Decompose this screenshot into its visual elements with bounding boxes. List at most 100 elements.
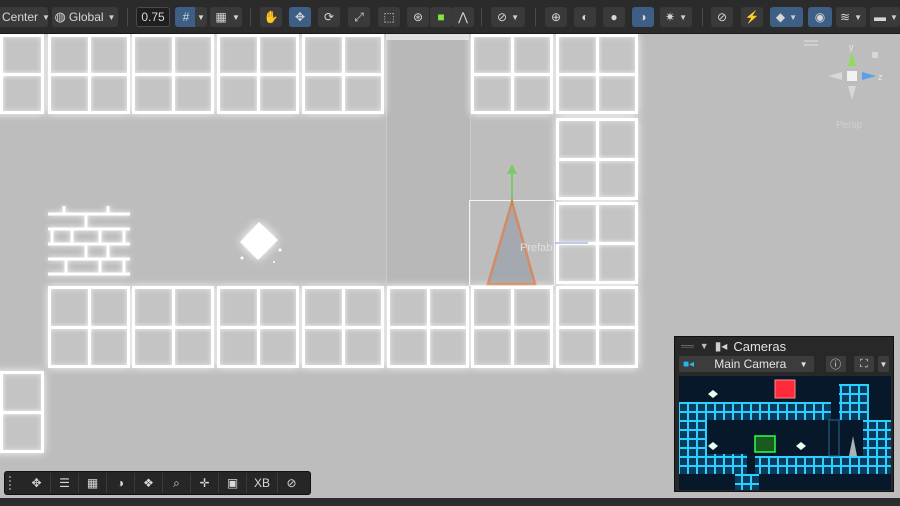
chevron-down-icon: ▼ (890, 12, 898, 22)
ladder-area (386, 34, 471, 284)
custom-tool-icon[interactable]: ■ (430, 7, 452, 27)
rotate-tool-icon[interactable]: ⟳ (318, 7, 340, 27)
effects-icon: ✷ (665, 10, 676, 24)
cameras-panel-header[interactable]: ══ ▼ ▮◂ Cameras (675, 337, 893, 355)
prefab-label: Prefab (520, 242, 553, 254)
tile-block[interactable] (0, 371, 44, 453)
tile-block[interactable] (132, 286, 214, 368)
scene-layers-dropdown[interactable]: ≋ ▼ (836, 7, 866, 27)
tile-block[interactable] (302, 34, 384, 114)
camera-options-dropdown[interactable]: ▼ (877, 356, 889, 372)
globe-icon[interactable]: ⊕ (545, 7, 567, 27)
chevron-down-icon[interactable]: ▼ (195, 7, 207, 27)
gizmo-menu-icon[interactable] (804, 40, 818, 42)
scene-layers-icon: ≋ (840, 10, 851, 24)
snap-value-field[interactable]: 0.75 (136, 7, 170, 27)
frame-icon: ⛶ (860, 357, 868, 370)
ladder-top (386, 34, 469, 40)
pivot-icon[interactable]: ✛ (191, 473, 219, 493)
moon-icon[interactable]: ◑ (107, 473, 135, 493)
chevron-down-icon: ▼ (799, 359, 808, 369)
gizmo-z-label: z (878, 72, 883, 82)
chevron-down-icon[interactable]: ▼ (230, 7, 242, 27)
hand-tool-icon[interactable]: ✋ (260, 7, 282, 27)
move-tool-icon[interactable]: ✥ (289, 7, 311, 27)
chevron-down-icon: ▼ (789, 12, 798, 22)
sphere-icon[interactable]: ● (603, 7, 625, 27)
tile-block[interactable] (132, 34, 214, 114)
grid-icon[interactable]: ▦ (210, 7, 232, 27)
move-icon[interactable]: ✥ (23, 473, 51, 493)
tile-block[interactable] (302, 286, 384, 368)
cameras-panel: ══ ▼ ▮◂ Cameras ■◂ Main Camera ▼ ⓘ ⛶ ▼ (674, 336, 894, 492)
visibility-icon[interactable]: ◉ (808, 7, 832, 27)
chevron-down-icon: ▼ (107, 12, 116, 22)
tile-block[interactable] (387, 286, 469, 368)
grid-snap-icon[interactable]: # (175, 7, 197, 27)
pivot-mode-dropdown[interactable]: Center ▼ (0, 7, 50, 27)
rect-tool-icon[interactable]: ⬚ (378, 7, 400, 27)
effects-dropdown[interactable]: ✷ ▼ (660, 7, 692, 27)
pivot-mode-label: Center (2, 10, 39, 24)
brick-wall-sprite[interactable] (44, 204, 134, 280)
info-icon: ⓘ (830, 359, 842, 371)
collapse-arrow-icon[interactable]: ▼ (700, 341, 709, 351)
video-camera-icon: ■◂ (683, 358, 695, 370)
search-icon[interactable]: ⌕ (163, 473, 191, 493)
audio-mute-icon[interactable]: ⊘ (711, 7, 733, 27)
spike-prefab[interactable] (470, 162, 590, 288)
gizmo-y-label: y (849, 44, 854, 52)
chevron-down-icon: ▼ (679, 12, 687, 22)
tile-block[interactable] (0, 34, 44, 114)
moon-icon[interactable]: ◑ (632, 7, 654, 27)
snap-value: 0.75 (141, 10, 165, 24)
tile-block[interactable] (556, 286, 638, 368)
camera-info-button[interactable]: ⓘ (825, 356, 846, 372)
camera-preview-render (679, 376, 891, 490)
space-mode-dropdown[interactable]: ◍ Global ▼ (52, 7, 118, 27)
transform-tool-icon[interactable]: ⊛ (407, 7, 429, 27)
layers-icon: ◆ (775, 10, 786, 24)
layers-dropdown[interactable]: ◆ ▼ (770, 7, 803, 27)
scale-tool-icon[interactable]: ⤢ (348, 7, 370, 27)
camera-icon: ▮◂ (714, 339, 728, 353)
cameras-title: Cameras (733, 338, 787, 354)
lock-icon[interactable] (872, 52, 878, 58)
chevron-down-icon: ▼ (854, 12, 862, 22)
camera-icon: ▬ (874, 10, 886, 24)
camera-dropdown[interactable]: ▬ ▼ (870, 7, 900, 27)
camera-frame-button[interactable]: ⛶ (853, 356, 874, 372)
align-icon[interactable]: ☰ (51, 473, 79, 493)
layers-icon[interactable]: ❖ (135, 473, 163, 493)
tile-block[interactable] (48, 34, 130, 114)
space-mode-label: Global (68, 10, 104, 24)
tile-block[interactable] (471, 286, 553, 368)
crystal-pickup-sprite[interactable] (232, 218, 286, 268)
drag-handle-icon[interactable] (9, 476, 19, 490)
tile-block[interactable] (217, 286, 299, 368)
camera-preview (679, 376, 891, 490)
tile-block[interactable] (556, 34, 638, 114)
gizmo-icon: ⊘ (497, 10, 508, 24)
grid-icon[interactable]: ▦ (79, 473, 107, 493)
globe-icon: ◍ (54, 9, 66, 24)
gizmo-dropdown[interactable]: ⊘ ▼ (491, 7, 525, 27)
overlay-toolbar: ✥ ☰ ▦ ◑ ❖ ⌕ ✛ ▣ XB ⊘ (4, 471, 311, 495)
xb-button[interactable]: XB (247, 473, 278, 493)
tile-block[interactable] (217, 34, 299, 114)
camera-select-value: Main Camera (714, 357, 787, 371)
status-bar (0, 498, 900, 506)
tile-block[interactable] (471, 34, 553, 114)
camera-select-dropdown[interactable]: ■◂ Main Camera ▼ (679, 356, 814, 372)
compass-icon[interactable]: ⊘ (278, 473, 305, 493)
lighting-icon[interactable]: ⚡ (741, 7, 763, 27)
persp-label[interactable]: Persp (836, 120, 862, 131)
chevron-down-icon: ▼ (42, 12, 50, 22)
camera-icon[interactable]: ▣ (219, 473, 247, 493)
drag-handle-icon[interactable]: ══ (681, 341, 694, 351)
path-tool-icon[interactable]: ⋀ (452, 7, 474, 27)
tile-block[interactable] (48, 286, 130, 368)
chevron-down-icon: ▼ (879, 359, 888, 369)
shading-icon[interactable]: ◐ (574, 7, 596, 27)
scene-toolbar: Center ▼ ◍ Global ▼ 0.75 # ▼ ▦ ▼ ✋ ✥ ⟳ ⤢ ⬚… (0, 0, 900, 34)
